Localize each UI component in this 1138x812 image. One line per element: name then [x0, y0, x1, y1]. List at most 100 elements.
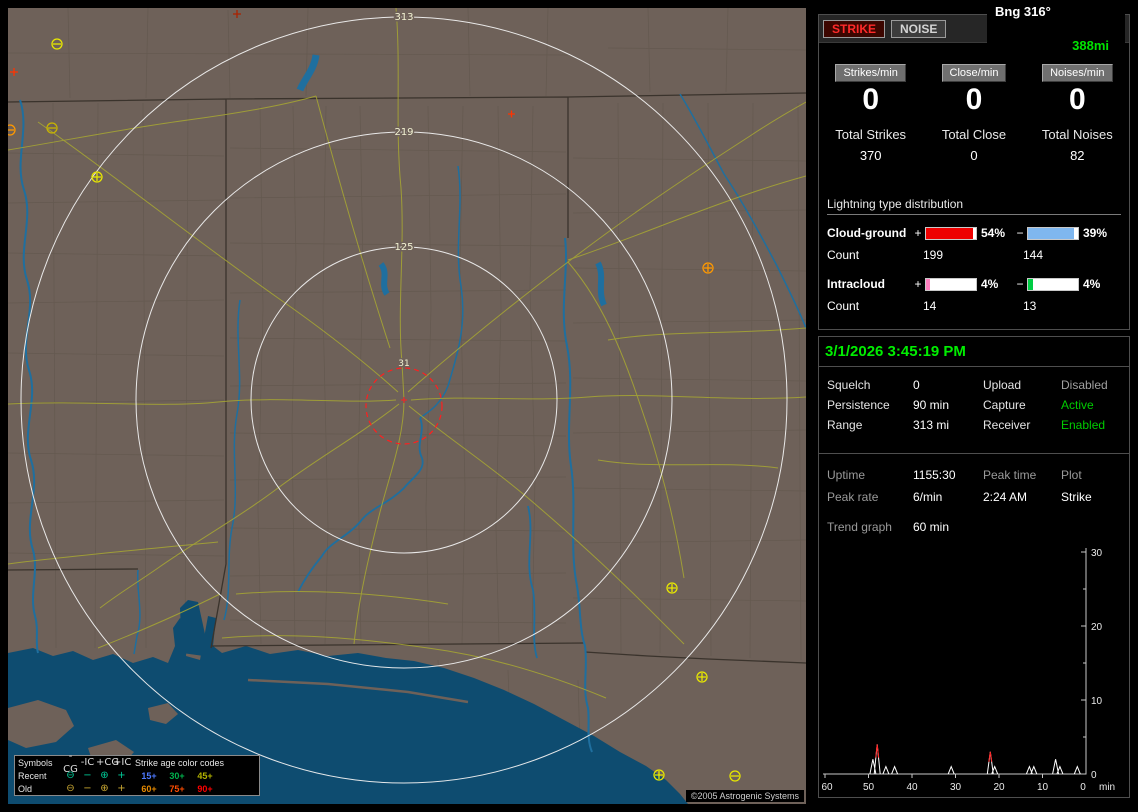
trend-graph-label: Trend graph	[827, 520, 892, 534]
x-axis-label: 20	[993, 782, 1005, 793]
age-code: 30+	[169, 770, 185, 781]
intracloud-row: Intracloud + 4% − 4%	[827, 277, 1121, 291]
strike-symbol-pos-cg	[91, 171, 103, 183]
ic-negative-count: 13	[1023, 299, 1037, 313]
strikes-per-min-column: Strikes/min 0 Total Strikes 370	[819, 63, 922, 163]
statistics-panel: STRIKE NOISE Bng 316° 388mi Strikes/min …	[818, 1, 1130, 330]
ic-positive-count: 14	[923, 299, 937, 313]
circle-plus-icon: ⊕	[100, 783, 109, 794]
circle-minus-icon: ⊖	[66, 770, 75, 781]
ic-positive-bar-fill	[926, 278, 930, 290]
ic-count-row: Count 14 13	[827, 299, 1121, 313]
x-axis-label: 50	[863, 782, 875, 793]
info-row: Peak rate 6/min 2:24 AM Strike	[827, 486, 1121, 508]
bearing-display: Bng 316° 388mi	[987, 1, 1125, 56]
cg-positive-bar-fill	[926, 227, 973, 239]
legend-row-old: Old ⊖ − ⊕ + 60+ 75+ 90+	[15, 782, 259, 795]
trend-ticks	[824, 551, 1086, 778]
receiver-status: Enabled	[1061, 418, 1106, 432]
legend-type-header: +IC	[113, 757, 132, 768]
cg-negative-count: 144	[1023, 248, 1044, 262]
noises-per-min-chip[interactable]: Noises/min	[1042, 64, 1113, 82]
total-noises-value: 82	[1070, 148, 1085, 163]
strike-button[interactable]: STRIKE	[823, 19, 886, 38]
range-ring-label: 313	[394, 12, 413, 23]
y-axis-label: 10	[1091, 696, 1103, 707]
y-axis-label: 20	[1091, 622, 1103, 633]
legend-row-label: Old	[18, 783, 33, 794]
receiver-label: Receiver	[983, 418, 1031, 432]
uptime-value: 1155:30	[913, 468, 956, 482]
strikes-per-min-chip[interactable]: Strikes/min	[835, 64, 906, 82]
y-axis-label: 0	[1091, 770, 1097, 781]
squelch-label: Squelch	[827, 378, 871, 392]
ic-positive-bar	[925, 277, 977, 291]
persistence-value: 90 min	[913, 398, 950, 412]
noise-button[interactable]: NOISE	[891, 19, 947, 38]
x-axis-label: 40	[906, 782, 918, 793]
plus-icon: +	[117, 783, 126, 794]
uptime-label: Uptime	[827, 468, 866, 482]
capture-label: Capture	[983, 398, 1026, 412]
ic-negative-pct: 4%	[1083, 277, 1101, 291]
close-per-min-chip[interactable]: Close/min	[941, 64, 1007, 82]
map-legend: Symbols -CG -IC +CG +IC Strike age color…	[14, 751, 260, 796]
minus-icon: −	[83, 783, 92, 794]
age-code: 15+	[141, 770, 157, 781]
range-ring-label: 31	[398, 359, 409, 369]
persistence-label: Persistence	[827, 398, 890, 412]
range-value: 313 mi	[913, 418, 950, 432]
bearing-distance: 388mi	[1072, 38, 1109, 53]
x-axis-unit: min	[1099, 782, 1115, 793]
lightning-map-panel: 313 219 125 31 Symbols -CG -IC +CG +IC S…	[8, 8, 806, 804]
cg-count-row: Count 199 144	[827, 248, 1121, 262]
peak-rate-value: 6/min	[913, 490, 943, 504]
datetime-display: 3/1/2026 3:45:19 PM	[819, 337, 1129, 367]
info-row: Uptime 1155:30 Peak time Plot	[827, 464, 1121, 486]
strike-symbol-pos-cg	[696, 671, 708, 683]
lightning-map[interactable]: 313 219 125 31	[8, 8, 806, 804]
age-code: 45+	[197, 770, 213, 781]
x-axis-label: 0	[1080, 782, 1086, 793]
settings-row: Persistence 90 min Capture Active	[827, 395, 1121, 415]
cloud-ground-row: Cloud-ground + 54% − 39%	[827, 226, 1121, 240]
capture-status: Active	[1061, 398, 1094, 412]
legend-spacer: 60+ 75+ 90+	[130, 784, 256, 794]
legend-symbols-header: Symbols	[18, 757, 53, 768]
cloud-ground-label: Cloud-ground	[827, 226, 907, 240]
trend-graph: 30 20 10 0 60 50 40 30 20 10 0 min	[821, 548, 1115, 793]
peak-time-value: 2:24 AM	[983, 490, 1028, 504]
close-per-min-column: Close/min 0 Total Close 0	[922, 63, 1025, 163]
x-axis-label: 10	[1037, 782, 1049, 793]
ic-negative-bar	[1027, 277, 1079, 291]
legend-row-recent: Recent ⊖ − ⊕ + 15+ 30+ 45+	[15, 769, 259, 782]
minus-sign: −	[1016, 226, 1024, 240]
circle-plus-icon: ⊕	[100, 770, 109, 781]
settings-row: Range 313 mi Receiver Enabled	[827, 415, 1121, 435]
peak-rate-label: Peak rate	[827, 490, 879, 504]
cg-positive-pct: 54%	[981, 226, 1006, 240]
age-code: 75+	[169, 783, 185, 794]
info-grid: Uptime 1155:30 Peak time Plot Peak rate …	[819, 464, 1129, 508]
total-strikes-label: Total Strikes	[835, 127, 907, 142]
plus-sign: +	[914, 226, 922, 240]
legend-row-label: Recent	[18, 770, 47, 781]
legend-type-header: +CG	[96, 757, 120, 768]
circle-minus-icon: ⊖	[66, 783, 75, 794]
count-label: Count	[827, 248, 860, 262]
divider	[819, 453, 1129, 454]
legend-header-row: Symbols -CG -IC +CG +IC Strike age color…	[15, 751, 259, 775]
range-ring-label: 219	[394, 127, 413, 138]
minus-icon: −	[83, 770, 92, 781]
trend-axes	[823, 548, 1087, 775]
trend-graph-duration: 60 min	[913, 520, 950, 534]
plus-sign: +	[914, 277, 922, 291]
bearing-value: Bng 316°	[995, 4, 1051, 19]
legend-type-header: -IC	[80, 757, 95, 768]
mode-toolbar: STRIKE NOISE Bng 316° 388mi	[819, 1, 1129, 56]
close-per-min-value: 0	[965, 83, 983, 116]
copyright-notice: ©2005 Astrogenic Systems	[685, 790, 804, 802]
x-axis-label: 60	[821, 782, 833, 793]
range-ring-label: 125	[394, 242, 413, 253]
cg-negative-bar-fill	[1028, 227, 1074, 239]
